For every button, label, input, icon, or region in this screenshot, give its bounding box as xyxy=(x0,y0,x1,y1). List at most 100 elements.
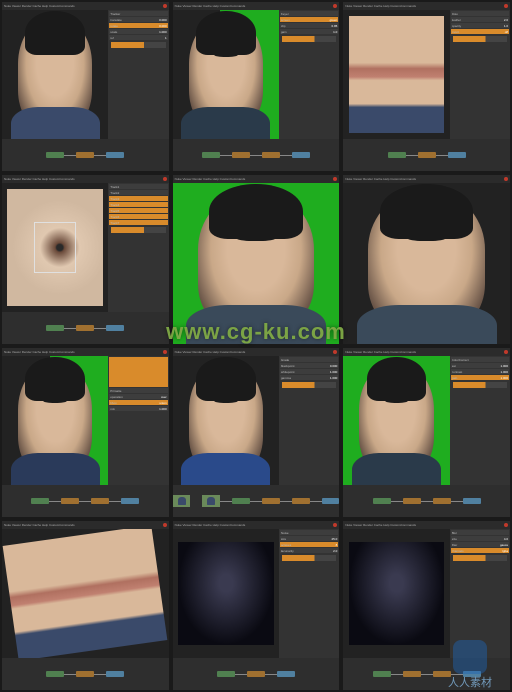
property-row[interactable]: blackpoint0.000 xyxy=(280,363,338,368)
viewer-panel[interactable] xyxy=(343,10,449,139)
timeline[interactable] xyxy=(453,555,507,561)
property-row[interactable]: clip0.95 xyxy=(280,23,338,28)
property-row[interactable]: Track1 xyxy=(109,184,167,189)
thumbnail-3[interactable]: Nuke Viewer Render Cache Help CustomComm… xyxy=(2,175,169,344)
property-row[interactable]: filtergauss xyxy=(451,542,509,547)
menu-bar[interactable]: Nuke Viewer Render Cache Help CustomComm… xyxy=(4,350,75,354)
property-row[interactable]: size4.0 xyxy=(451,536,509,541)
node-cc[interactable] xyxy=(403,498,421,504)
curve-editor[interactable] xyxy=(109,357,167,387)
property-value[interactable]: 2.0 xyxy=(333,549,337,553)
node-noise[interactable] xyxy=(217,671,235,677)
node-primatte[interactable] xyxy=(61,498,79,504)
property-row[interactable]: Track4 xyxy=(109,202,167,207)
viewer-panel[interactable] xyxy=(343,356,449,485)
thumbnail-1[interactable]: Nuke Viewer Render Cache Help CustomComm… xyxy=(173,2,340,171)
property-value[interactable]: gauss xyxy=(500,543,508,547)
node-viewer[interactable] xyxy=(448,152,466,158)
property-row[interactable]: feather2.0 xyxy=(451,17,509,22)
node-viewer[interactable] xyxy=(463,498,481,504)
node-read[interactable] xyxy=(31,498,49,504)
timeline[interactable] xyxy=(282,382,336,388)
property-row[interactable]: lacunarity2.0 xyxy=(280,548,338,553)
menu-bar[interactable]: Nuke Viewer Render Cache Help CustomComm… xyxy=(175,177,246,181)
node-viewer[interactable] xyxy=(106,671,124,677)
property-value[interactable]: 1.0 xyxy=(504,24,508,28)
timeline[interactable] xyxy=(282,36,336,42)
property-value[interactable]: 1.000 xyxy=(500,370,508,374)
thumbnail-0[interactable]: Nuke Viewer Render Cache Help CustomComm… xyxy=(2,2,169,171)
property-value[interactable]: 25.0 xyxy=(331,537,337,541)
property-row[interactable]: screengreen xyxy=(280,17,338,22)
property-value[interactable]: 0.000 xyxy=(330,364,338,368)
property-row[interactable]: Primatte xyxy=(109,388,167,393)
close-icon[interactable] xyxy=(333,523,337,527)
property-row[interactable]: Grade xyxy=(280,357,338,362)
timeline[interactable] xyxy=(111,42,165,48)
property-value[interactable]: 0.000 xyxy=(159,18,167,22)
property-row[interactable]: Track5 xyxy=(109,208,167,213)
node-viewer[interactable] xyxy=(106,325,124,331)
node-read[interactable] xyxy=(202,152,220,158)
node-viewer[interactable] xyxy=(106,152,124,158)
property-row[interactable]: Keyer xyxy=(280,11,338,16)
close-icon[interactable] xyxy=(163,350,167,354)
property-row[interactable]: invertoff xyxy=(451,29,509,34)
timeline[interactable] xyxy=(453,382,507,388)
viewer-panel[interactable] xyxy=(2,183,108,312)
property-value[interactable]: 0.000 xyxy=(159,24,167,28)
node-graph-panel[interactable] xyxy=(173,658,340,690)
timeline[interactable] xyxy=(111,227,165,233)
close-icon[interactable] xyxy=(163,4,167,8)
close-icon[interactable] xyxy=(163,523,167,527)
menu-bar[interactable]: Nuke Viewer Render Cache Help CustomComm… xyxy=(345,350,416,354)
node-viewer[interactable] xyxy=(292,152,310,158)
menu-bar[interactable]: Nuke Viewer Render Cache Help CustomComm… xyxy=(345,523,416,527)
property-value[interactable]: off xyxy=(505,30,508,34)
menu-bar[interactable]: Nuke Viewer Render Cache Help CustomComm… xyxy=(175,4,246,8)
viewer-panel[interactable] xyxy=(173,529,279,658)
node-graph-panel[interactable] xyxy=(2,139,169,171)
node-graph-panel[interactable] xyxy=(2,658,169,690)
property-row[interactable]: sat1.000 xyxy=(451,363,509,368)
timeline[interactable] xyxy=(453,36,507,42)
node-blur[interactable] xyxy=(403,671,421,677)
node-read[interactable] xyxy=(46,325,64,331)
node-read[interactable] xyxy=(373,498,391,504)
thumbnail-10[interactable]: Nuke Viewer Render Cache Help CustomComm… xyxy=(173,521,340,690)
node-merge[interactable] xyxy=(433,498,451,504)
property-value[interactable]: 0.95 xyxy=(331,24,337,28)
property-row[interactable]: rotate0.000 xyxy=(109,23,167,28)
close-icon[interactable] xyxy=(504,4,508,8)
property-row[interactable]: ColorCorrect xyxy=(451,357,509,362)
property-row[interactable]: Track2 xyxy=(109,190,167,195)
node-graph-panel[interactable] xyxy=(173,485,340,517)
node-planartracker[interactable] xyxy=(76,325,94,331)
close-icon[interactable] xyxy=(504,350,508,354)
node-viewer[interactable] xyxy=(277,671,295,677)
property-row[interactable]: ref1 xyxy=(109,35,167,40)
node-graph-panel[interactable] xyxy=(343,139,510,171)
node-read[interactable] xyxy=(46,152,64,158)
property-row[interactable]: Blur xyxy=(451,530,509,535)
menu-bar[interactable]: Nuke Viewer Render Cache Help CustomComm… xyxy=(345,177,416,181)
close-icon[interactable] xyxy=(333,177,337,181)
property-value[interactable]: 2.0 xyxy=(504,18,508,22)
property-value[interactable]: 4.0 xyxy=(504,537,508,541)
node-merge[interactable] xyxy=(91,498,109,504)
property-row[interactable]: size25.0 xyxy=(280,536,338,541)
node-read[interactable] xyxy=(232,498,250,504)
property-value[interactable]: 1.000 xyxy=(159,30,167,34)
node-merge[interactable] xyxy=(262,152,280,158)
viewer-panel[interactable] xyxy=(173,356,279,485)
menu-bar[interactable]: Nuke Viewer Render Cache Help CustomComm… xyxy=(345,4,416,8)
viewer-panel[interactable] xyxy=(343,183,510,344)
thumbnail-7[interactable]: Nuke Viewer Render Cache Help CustomComm… xyxy=(173,348,340,517)
viewer-panel[interactable] xyxy=(2,10,108,139)
property-value[interactable]: 1.0 xyxy=(333,30,337,34)
node-viewer[interactable] xyxy=(121,498,139,504)
property-row[interactable]: bboxunion xyxy=(109,400,167,405)
viewer-panel[interactable] xyxy=(2,529,169,658)
property-row[interactable]: Noise xyxy=(280,530,338,535)
property-value[interactable]: 1.000 xyxy=(500,376,508,380)
